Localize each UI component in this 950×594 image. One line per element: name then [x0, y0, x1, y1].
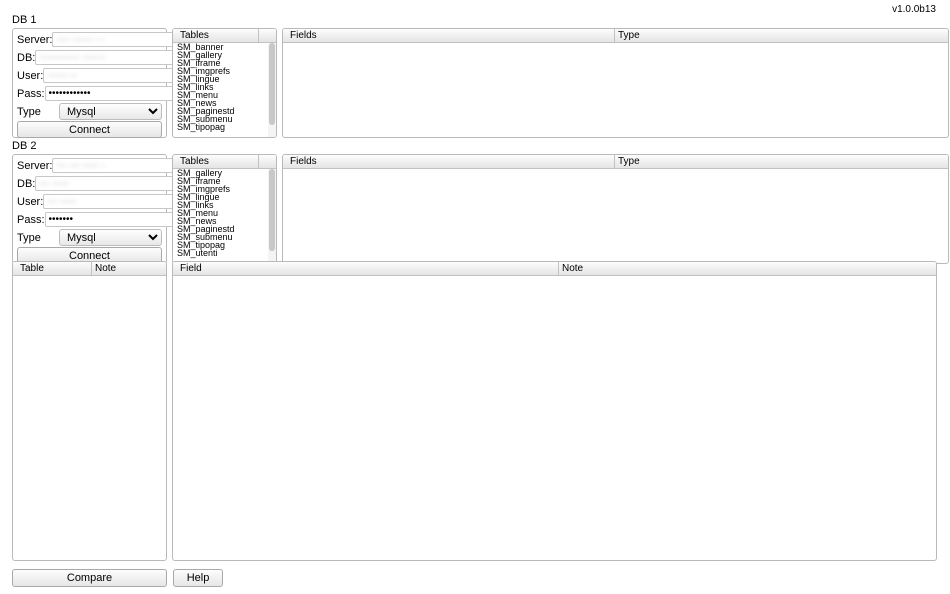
compare-fields-header: Field Note	[173, 262, 936, 276]
table-row[interactable]: SM_utenti	[173, 249, 276, 257]
db2-pass-input[interactable]	[45, 212, 185, 227]
compare-tables-table-col: Table	[17, 262, 92, 275]
db1-connection-box: Server: DB: User: Pass: Type Mysql Conne…	[12, 28, 167, 138]
db2-tables-header: Tables	[173, 155, 276, 169]
db2-user-input[interactable]	[43, 194, 183, 209]
db1-server-label: Server:	[17, 34, 52, 46]
bottom-buttons: Compare Help	[12, 569, 223, 587]
db1-user-label: User:	[17, 70, 43, 82]
db1-db-label: DB:	[17, 52, 35, 64]
db2-type-col: Type	[615, 155, 948, 168]
db2-fields-header: Fields Type	[283, 155, 948, 169]
db1-pass-input[interactable]	[45, 86, 185, 101]
db2-db-input[interactable]	[35, 176, 175, 191]
compare-fields-list[interactable]: Field Note	[172, 261, 937, 561]
db2-panel: DB 2 Server: DB: User: Pass: Type Mysql …	[12, 140, 937, 252]
db2-server-label: Server:	[17, 160, 52, 172]
db2-db-label: DB:	[17, 178, 35, 190]
db2-fields-col: Fields	[287, 155, 615, 168]
compare-fields-field-col: Field	[177, 262, 559, 275]
db1-panel: DB 1 Server: DB: User: Pass: Type Mysql …	[12, 14, 937, 126]
db2-type-select[interactable]: Mysql	[59, 229, 162, 246]
db2-pass-label: Pass:	[17, 214, 45, 226]
db1-type-select[interactable]: Mysql	[59, 103, 162, 120]
db1-pass-label: Pass:	[17, 88, 45, 100]
db2-user-label: User:	[17, 196, 43, 208]
db1-title: DB 1	[12, 14, 937, 26]
db2-connection-box: Server: DB: User: Pass: Type Mysql Conne…	[12, 154, 167, 264]
db1-fields-list[interactable]: Fields Type	[282, 28, 949, 138]
db2-tables-scrollbar[interactable]	[268, 169, 276, 263]
db1-fields-col: Fields	[287, 29, 615, 42]
table-row[interactable]: SM_tipopag	[173, 123, 276, 131]
db2-title: DB 2	[12, 140, 937, 152]
db1-fields-header: Fields Type	[283, 29, 948, 43]
db1-type-col: Type	[615, 29, 948, 42]
db1-tables-scrollbar[interactable]	[268, 43, 276, 137]
db1-connect-button[interactable]: Connect	[17, 121, 162, 138]
db1-tables-header: Tables	[173, 29, 276, 43]
db1-tables-list[interactable]: Tables SM_bannerSM_gallerySM_iframeSM_im…	[172, 28, 277, 138]
db2-tables-list[interactable]: Tables SM_gallerySM_iframeSM_imgprefsSM_…	[172, 154, 277, 264]
db2-fields-list[interactable]: Fields Type	[282, 154, 949, 264]
db2-tables-header-col: Tables	[177, 155, 259, 168]
db1-db-input[interactable]	[35, 50, 175, 65]
help-button[interactable]: Help	[173, 569, 223, 587]
compare-fields-note-col: Note	[559, 262, 936, 275]
db1-tables-header-col: Tables	[177, 29, 259, 42]
compare-tables-header: Table Note	[13, 262, 166, 276]
compare-button[interactable]: Compare	[12, 569, 167, 587]
db1-user-input[interactable]	[43, 68, 183, 83]
db2-type-label: Type	[17, 232, 59, 244]
db1-type-label: Type	[17, 106, 59, 118]
compare-tables-note-col: Note	[92, 262, 166, 275]
compare-tables-list[interactable]: Table Note	[12, 261, 167, 561]
